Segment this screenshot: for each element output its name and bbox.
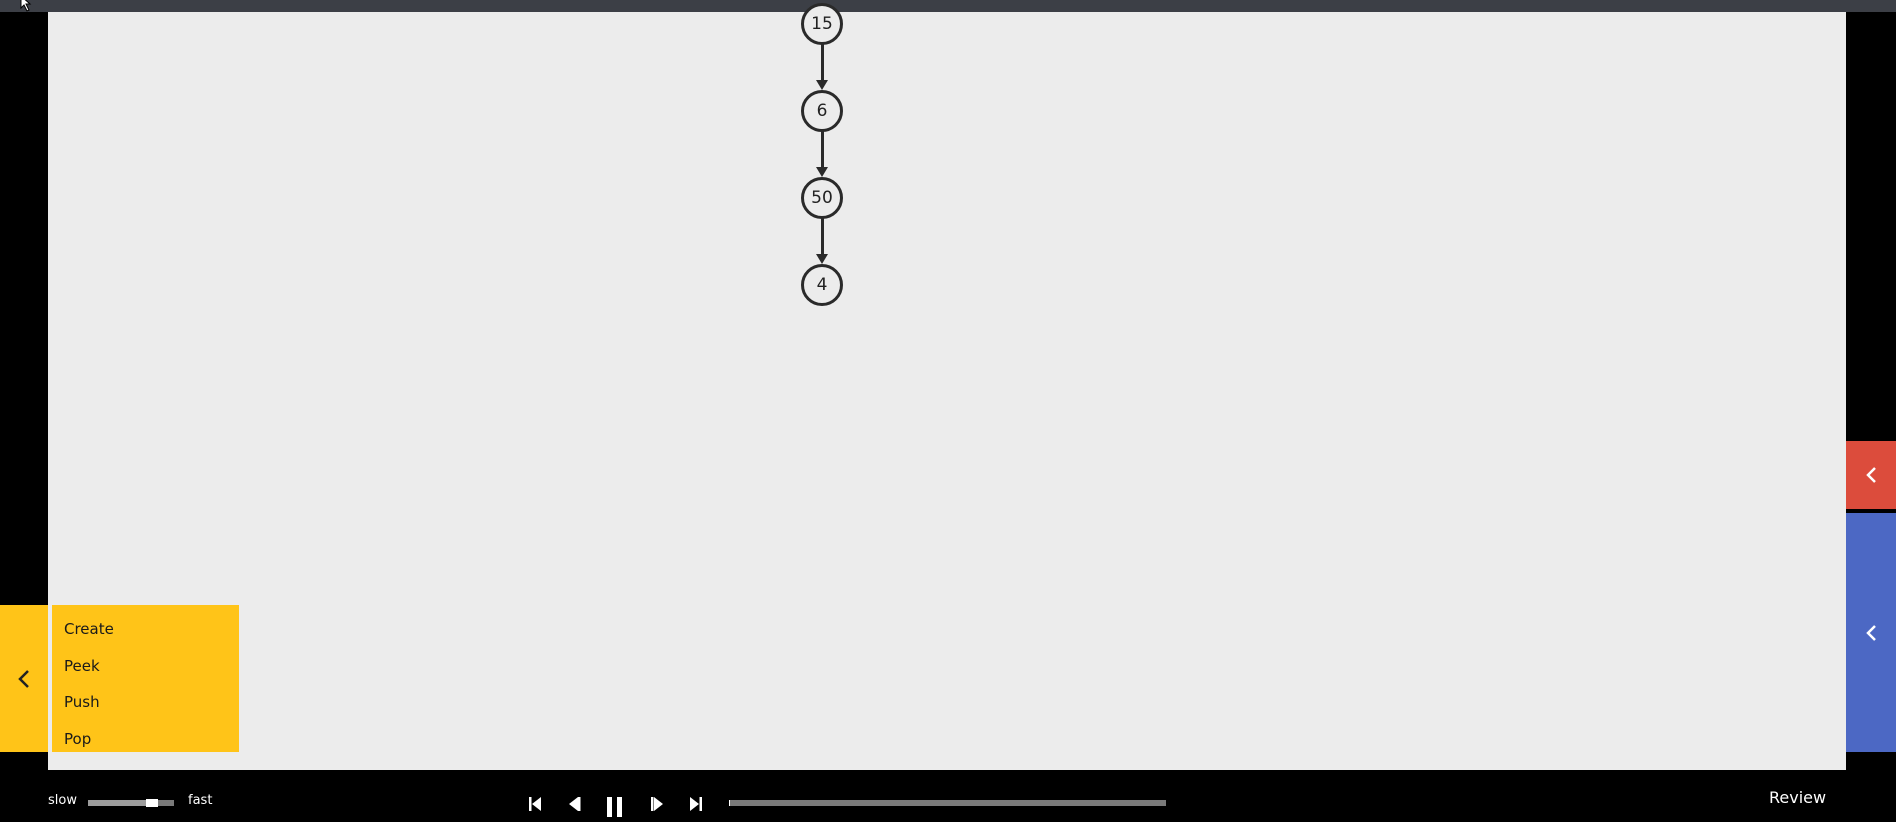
menu-item-push[interactable]: Push [64, 693, 100, 711]
step-forward-icon[interactable] [650, 794, 666, 814]
vertex-node[interactable]: 50 [801, 177, 843, 219]
status-panel-toggle[interactable] [1846, 441, 1896, 509]
skip-to-start-icon[interactable] [528, 794, 542, 814]
edge-arrowhead [816, 80, 828, 90]
edge-arrowhead [816, 167, 828, 177]
playback-progress-fill [729, 800, 730, 806]
codetrace-panel-toggle[interactable] [1846, 513, 1896, 752]
pause-icon[interactable] [605, 796, 625, 818]
mouse-cursor-icon [20, 0, 32, 12]
chevron-left-icon [1866, 624, 1876, 641]
review-button[interactable]: Review [1769, 788, 1826, 807]
chevron-left-icon [18, 669, 29, 688]
vertex-node[interactable]: 6 [801, 90, 843, 132]
speed-slider-handle[interactable] [146, 799, 158, 807]
skip-to-end-icon[interactable] [689, 794, 703, 814]
step-back-icon[interactable] [566, 794, 582, 814]
menu-item-peek[interactable]: Peek [64, 657, 100, 675]
vertex-node[interactable]: 4 [801, 264, 843, 306]
top-bar [0, 0, 1896, 12]
chevron-left-icon [1866, 467, 1876, 483]
speed-slow-label: slow [48, 793, 77, 808]
playback-progress-bar[interactable] [729, 800, 1166, 806]
edge-arrowhead [816, 254, 828, 264]
vertex-node[interactable]: 15 [801, 3, 843, 45]
actions-menu: Create Peek Push Pop [52, 605, 239, 752]
menu-item-create[interactable]: Create [64, 620, 114, 638]
speed-slider-fill [88, 800, 146, 806]
speed-slider[interactable] [88, 799, 174, 807]
actions-panel-toggle[interactable] [0, 605, 48, 752]
speed-fast-label: fast [188, 793, 213, 808]
visualization-canvas: 15 6 50 4 [48, 3, 1846, 770]
menu-item-pop[interactable]: Pop [64, 730, 91, 748]
